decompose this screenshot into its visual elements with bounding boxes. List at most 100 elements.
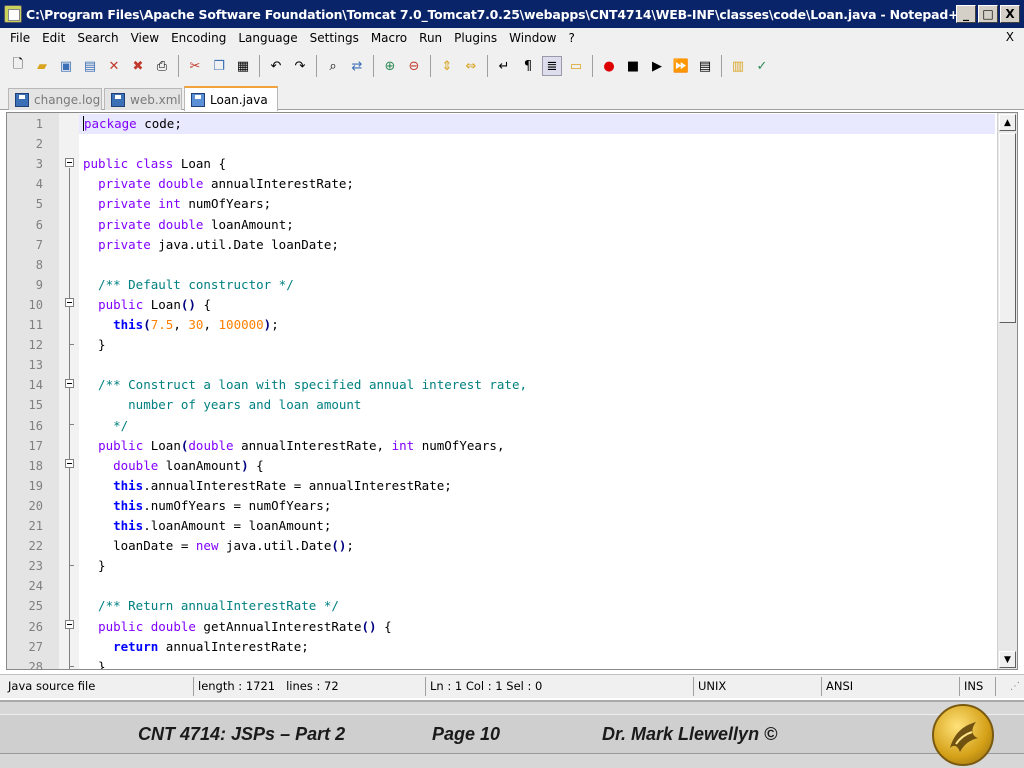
code-line[interactable] [79, 576, 995, 596]
stop-macro-icon[interactable]: ■ [623, 56, 643, 76]
new-file-icon[interactable]: 🗋 [8, 56, 28, 76]
menu-search[interactable]: Search [71, 31, 124, 45]
line-number: 4 [35, 177, 43, 192]
code-line[interactable]: loanDate = new java.util.Date(); [79, 536, 995, 556]
run-macro-multiple-icon[interactable]: ⏩ [671, 56, 691, 76]
paste-icon[interactable]: ▦ [233, 56, 253, 76]
indent-guide-icon[interactable]: ≣ [542, 56, 562, 76]
menu-view[interactable]: View [125, 31, 165, 45]
fold-toggle-constructor-2[interactable] [65, 459, 74, 468]
code-line[interactable] [79, 134, 995, 154]
code-line[interactable] [79, 355, 995, 375]
toolbar-separator [592, 55, 593, 77]
line-number: 16 [28, 418, 43, 433]
code-line[interactable]: this(7.5, 30, 100000); [79, 315, 995, 335]
code-line[interactable]: /** Construct a loan with specified annu… [79, 375, 995, 395]
close-icon[interactable]: ✕ [104, 56, 124, 76]
tab-loan-java[interactable]: Loan.java [184, 86, 278, 111]
fold-toggle-class[interactable] [65, 158, 74, 167]
close-window-button[interactable]: X [1000, 5, 1020, 23]
function-list-icon[interactable]: ▥ [728, 56, 748, 76]
code-line[interactable]: } [79, 657, 995, 669]
code-line[interactable]: /** Default constructor */ [79, 275, 995, 295]
code-line[interactable]: public class Loan { [79, 154, 995, 174]
code-line[interactable]: */ [79, 416, 995, 436]
code-line[interactable]: public Loan() { [79, 295, 995, 315]
sync-v-icon[interactable]: ⇕ [437, 56, 457, 76]
close-document-button[interactable]: X [1006, 30, 1014, 44]
spell-check-icon[interactable]: ✓ [752, 56, 772, 76]
code-line[interactable]: private int numOfYears; [79, 194, 995, 214]
scroll-down-button[interactable]: ▼ [999, 651, 1016, 668]
save-icon[interactable]: ▣ [56, 56, 76, 76]
code-line[interactable]: double loanAmount) { [79, 456, 995, 476]
menu-run[interactable]: Run [413, 31, 448, 45]
sync-h-icon[interactable]: ⇔ [461, 56, 481, 76]
code-text[interactable]: package code; public class Loan { private… [79, 113, 995, 669]
menu-file[interactable]: File [4, 31, 36, 45]
maximize-button[interactable]: □ [978, 5, 998, 23]
status-lines: lines : 72 [286, 679, 339, 693]
code-line[interactable]: this.annualInterestRate = annualInterest… [79, 476, 995, 496]
current-code-line[interactable]: package code; [79, 114, 995, 135]
code-line[interactable]: public double getAnnualInterestRate() { [79, 617, 995, 637]
code-line[interactable]: } [79, 556, 995, 576]
play-macro-icon[interactable]: ▶ [647, 56, 667, 76]
language-icon[interactable]: ▭ [566, 56, 586, 76]
menu-encoding[interactable]: Encoding [165, 31, 232, 45]
menu-window[interactable]: Window [503, 31, 562, 45]
menu-macro[interactable]: Macro [365, 31, 413, 45]
copy-icon[interactable]: ❐ [209, 56, 229, 76]
code-line[interactable]: number of years and loan amount [79, 395, 995, 415]
record-macro-icon[interactable]: ● [599, 56, 619, 76]
tab-change-log[interactable]: change.log [8, 88, 102, 110]
footer-author: Dr. Mark Llewellyn © [602, 724, 778, 744]
line-number: 7 [35, 237, 43, 252]
code-line[interactable]: return annualInterestRate; [79, 637, 995, 657]
line-number: 10 [28, 297, 43, 312]
menu-language[interactable]: Language [232, 31, 303, 45]
word-wrap-icon[interactable]: ↵ [494, 56, 514, 76]
scroll-thumb[interactable] [999, 133, 1016, 323]
code-line[interactable]: private double loanAmount; [79, 215, 995, 235]
open-file-icon[interactable]: ▰ [32, 56, 52, 76]
zoom-in-icon[interactable]: ⊕ [380, 56, 400, 76]
tab-web-xml[interactable]: web.xml [104, 88, 182, 110]
vertical-scrollbar[interactable]: ▲ ▼ [997, 113, 1017, 669]
code-line[interactable]: /** Return annualInterestRate */ [79, 596, 995, 616]
minimize-button[interactable]: _ [956, 5, 976, 23]
undo-icon[interactable]: ↶ [266, 56, 286, 76]
toolbar-separator [721, 55, 722, 77]
code-line[interactable]: private java.util.Date loanDate; [79, 235, 995, 255]
redo-icon[interactable]: ↷ [290, 56, 310, 76]
fold-toggle-getter[interactable] [65, 620, 74, 629]
ucf-pegasus-logo [932, 704, 994, 766]
resize-grip-icon[interactable]: ⋰ [1010, 681, 1020, 692]
code-line[interactable]: this.numOfYears = numOfYears; [79, 496, 995, 516]
find-icon[interactable]: ⌕ [323, 56, 343, 76]
scroll-up-button[interactable]: ▲ [999, 114, 1016, 131]
save-all-icon[interactable]: ▤ [80, 56, 100, 76]
line-number: 28 [28, 659, 43, 670]
cut-icon[interactable]: ✂ [185, 56, 205, 76]
editor-area[interactable]: 1 2 3 4 5 6 7 8 9 10 11 12 13 14 15 16 17 18 19 20 21 22 23 24 2… [6, 112, 1018, 670]
line-number: 17 [28, 438, 43, 453]
code-line[interactable]: private double annualInterestRate; [79, 174, 995, 194]
code-line[interactable] [79, 255, 995, 275]
zoom-out-icon[interactable]: ⊖ [404, 56, 424, 76]
replace-icon[interactable]: ⇄ [347, 56, 367, 76]
notepad-plus-plus-window: C:\Program Files\Apache Software Foundat… [0, 0, 1024, 768]
menu-settings[interactable]: Settings [304, 31, 365, 45]
fold-toggle-constructor[interactable] [65, 298, 74, 307]
menu-plugins[interactable]: Plugins [448, 31, 503, 45]
menu-help[interactable]: ? [562, 31, 580, 45]
code-line[interactable]: public Loan(double annualInterestRate, i… [79, 436, 995, 456]
fold-toggle-comment[interactable] [65, 379, 74, 388]
code-line[interactable]: this.loanAmount = loanAmount; [79, 516, 995, 536]
close-all-icon[interactable]: ✖ [128, 56, 148, 76]
print-icon[interactable]: ⎙ [152, 56, 172, 76]
save-macro-icon[interactable]: ▤ [695, 56, 715, 76]
code-line[interactable]: } [79, 335, 995, 355]
menu-edit[interactable]: Edit [36, 31, 71, 45]
show-all-chars-icon[interactable]: ¶ [518, 56, 538, 76]
